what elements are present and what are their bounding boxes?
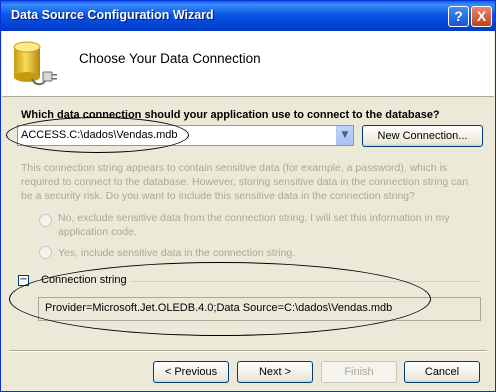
exclude-sensitive-radio[interactable] [39,214,52,227]
title-bar[interactable]: Data Source Configuration Wizard ? X [1,1,495,31]
new-connection-button[interactable]: New Connection... [362,125,483,147]
wizard-window: Data Source Configuration Wizard ? X Cho… [0,0,496,392]
close-button[interactable]: X [471,6,492,27]
page-title: Choose Your Data Connection [79,51,261,66]
include-sensitive-radio[interactable] [39,246,52,259]
exclude-sensitive-label: No, exclude sensitive data from the conn… [58,212,450,238]
chevron-down-icon[interactable]: ▼ [336,126,353,145]
sensitive-data-description: This connection string appears to contai… [21,162,469,202]
highlight-ellipse [6,117,189,153]
window-title: Data Source Configuration Wizard [11,8,214,22]
finish-button[interactable]: Finish [321,361,397,383]
database-plug-icon [13,41,57,86]
help-button[interactable]: ? [448,6,469,27]
footer-separator [9,350,487,352]
wizard-header: Choose Your Data Connection [2,31,494,97]
include-sensitive-label: Yes, include sensitive data in the conne… [58,247,296,259]
previous-button[interactable]: < Previous [153,361,229,383]
highlight-ellipse [9,262,431,336]
cancel-button[interactable]: Cancel [404,361,480,383]
next-button[interactable]: Next > [237,361,313,383]
